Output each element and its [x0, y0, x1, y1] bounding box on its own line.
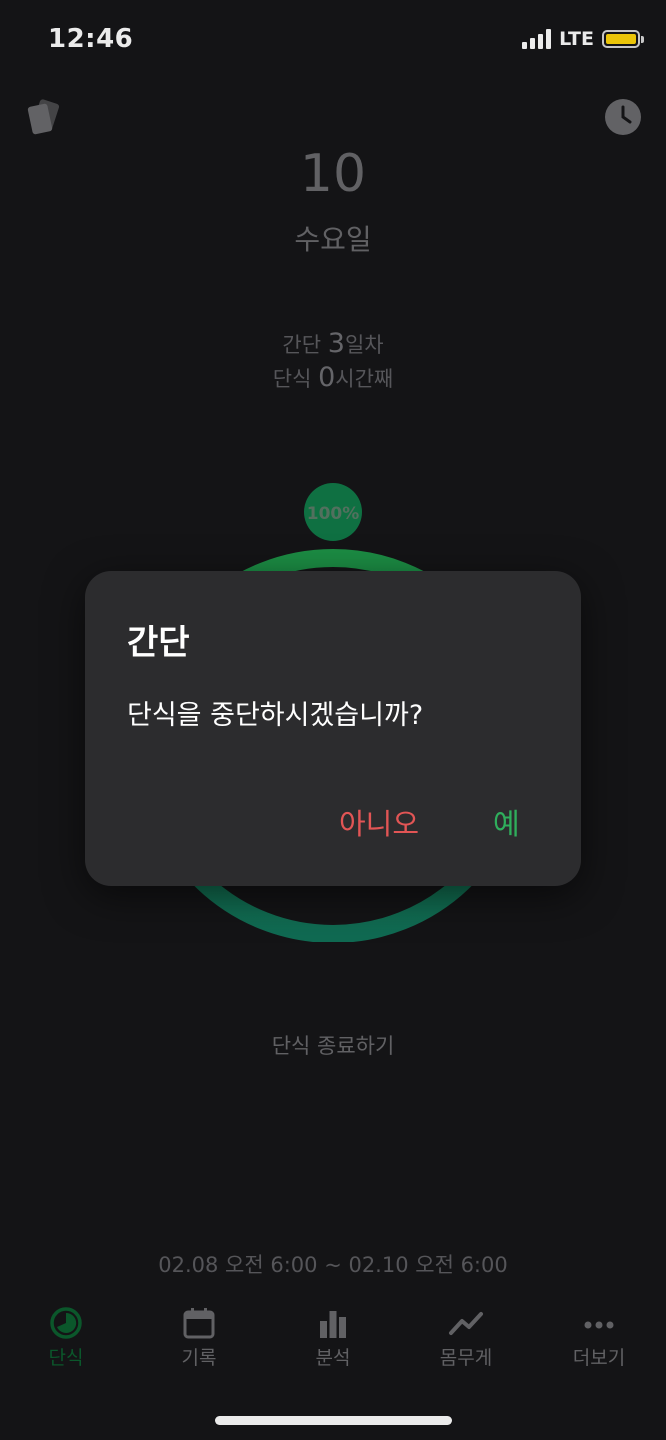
dialog-message: 단식을 중단하시겠습니까? — [127, 700, 424, 731]
no-button[interactable]: 아니오 — [335, 801, 423, 843]
fasting-screen: 12:46 LTE 10 수요일 간단 3일차 단식 0시간째 100% 단식 … — [0, 0, 666, 1440]
stop-fasting-dialog: 간단 단식을 중단하시겠습니까? 아니오 예 — [85, 571, 581, 886]
yes-button[interactable]: 예 — [489, 801, 524, 843]
dialog-title: 간단 — [127, 623, 190, 663]
